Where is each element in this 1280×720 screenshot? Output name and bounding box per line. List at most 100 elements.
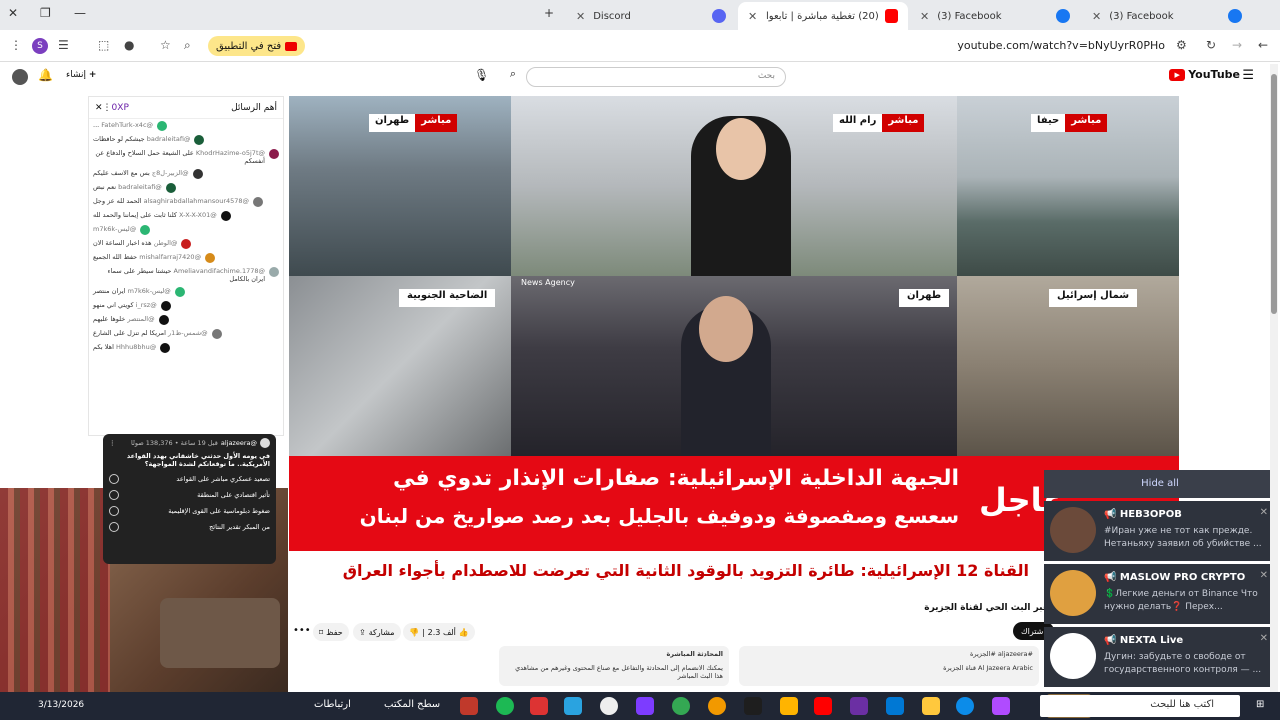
video-details: عبر البث الحي لقناة الجزيرة ••• ⌑ حفظ ⇪ مش… [289,598,1054,688]
app-icon[interactable] [530,697,548,715]
telegram-notification[interactable]: 📢 NEXTA Live Дугин: забудьте о свободе от… [1044,627,1276,687]
notifications-bell-icon[interactable]: 🔔 [38,68,53,82]
radio-button[interactable] [109,522,119,532]
outlook-icon[interactable] [886,697,904,715]
telegram-notification[interactable]: 📢 НЕВЗОРОВ #Иран уже не тот как прежде. Н… [1044,501,1276,561]
chat-text: خلوها عليهم [93,315,126,323]
radio-button[interactable] [109,490,119,500]
save-button[interactable]: ⌑ حفظ [313,623,349,641]
like-dislike-button[interactable]: 👎 | 2.3 ألف 👍 [403,623,475,641]
poll-option[interactable]: ضغوط دبلوماسية على القوى الإقليمية [109,506,270,516]
tab-youtube[interactable]: ✕ (20) تغطية مباشرة | تابعوا الت [738,2,908,30]
chat-author: @i_rsz [135,301,157,309]
forward-icon[interactable]: → [1232,38,1242,52]
chat-text: الحمد لله عز وجل [93,197,142,205]
tab-discord[interactable]: ✕ Discord [566,2,736,30]
windows-start-icon[interactable]: ⊞ [1256,699,1264,710]
close-window-icon[interactable]: ✕ [8,6,18,20]
channel-avatar [260,438,270,448]
create-button[interactable]: إنشاء + [66,70,96,80]
menu-dots-icon[interactable]: ⋮ [10,38,22,52]
notification-stack: Hide all 📢 НЕВЗОРОВ #Иран уже не тот как … [1044,470,1276,687]
app-icon[interactable] [460,697,478,715]
notification-text: #Иран уже не тот как прежде. Нетаньяху з… [1104,526,1262,549]
tab-facebook-1[interactable]: ✕ (3) Facebook [910,2,1080,30]
taskbar-search-input[interactable]: اكتب هنا للبحث [1040,695,1240,717]
app-icon[interactable] [636,697,654,715]
description-box[interactable]: #aljazeera #الجزيرة Al Jazeera Arabic قن… [739,646,1039,686]
app-icon[interactable] [744,697,762,715]
close-tab-icon[interactable]: ✕ [748,10,757,23]
app-icon[interactable] [708,697,726,715]
restore-window-icon[interactable]: ❐ [40,6,51,20]
chat-author: @KhodrHazime-o5j7t [195,149,265,157]
poll-menu-icon[interactable]: ⋮ [109,439,116,447]
chat-message: @i_rsz كويتي اني منهو [89,299,283,313]
chat-author: @FatehTurk-x4c [101,121,154,129]
chrome-icon[interactable] [672,697,690,715]
site-settings-icon[interactable]: ⚙ [1176,38,1187,52]
radio-button[interactable] [109,474,119,484]
reading-list-icon[interactable]: ☰ [58,38,69,52]
chatgpt-icon[interactable] [600,697,618,715]
hamburger-menu-icon[interactable]: ☰ [1242,68,1254,83]
chat-author: @X-X-X-X01 [179,211,217,219]
search-icon[interactable]: ⌕ [500,67,526,87]
bookmark-star-icon[interactable]: ☆ [160,38,171,52]
close-tab-icon[interactable]: ✕ [1092,10,1101,23]
share-button[interactable]: ⇪ مشاركة [353,623,401,641]
page-scrollbar[interactable] [1270,64,1278,692]
chat-text: جيشكم لو حافظات [93,135,145,143]
close-chat-icon[interactable]: ✕ [95,103,103,113]
tab-label: Discord [593,10,631,22]
chat-text: هذه اخبار الساعة الان [93,239,152,247]
chat-mode-select[interactable]: أهم الرسائل [231,103,277,113]
minimize-window-icon[interactable]: — [74,6,86,20]
avatar[interactable] [12,69,28,85]
spotify-icon[interactable] [496,697,514,715]
telegram-notification[interactable]: 📢 MASLOW PRO CRYPTO 💲Легкие деньги от Bin… [1044,564,1276,624]
close-notification-icon[interactable]: ✕ [1260,570,1268,581]
chat-menu-icon[interactable]: ⋮ [103,103,112,113]
youtube-logo[interactable]: ▶ YouTube [1169,68,1240,81]
poll-option[interactable]: من المبكر تقدير النتائج [109,522,270,532]
close-tab-icon[interactable]: ✕ [920,10,929,23]
new-tab-icon[interactable]: + [544,6,554,20]
chat-avatar [192,169,203,179]
app-icon[interactable] [850,697,868,715]
edge-icon[interactable] [956,697,974,715]
close-tab-icon[interactable]: ✕ [576,10,585,23]
radio-button[interactable] [109,506,119,516]
desktop-toolbar[interactable]: سطح المكتب [384,699,440,710]
chat-text: ... [93,121,100,129]
reload-icon[interactable]: ↻ [1206,38,1216,52]
poll-option[interactable]: تأثير اقتصادي على المنطقة [109,490,270,500]
hide-all-button[interactable]: Hide all [1044,470,1276,498]
telegram-icon[interactable] [564,697,582,715]
extensions-icon[interactable]: ⬚ [98,38,109,52]
extension-icon[interactable]: ● [124,38,134,52]
tab-facebook-2[interactable]: ✕ (3) Facebook [1082,2,1252,30]
back-icon[interactable]: ← [1258,38,1268,52]
open-in-app-button[interactable]: فتح في التطبيق [208,36,306,56]
zoom-icon[interactable]: ⌕ [184,38,191,53]
location-label-north-israel: شمال إسرائيل [1049,289,1138,307]
discord-icon [712,9,726,23]
youtube-icon[interactable] [814,697,832,715]
clock-date[interactable]: 3/13/2026 [38,700,84,710]
links-toolbar[interactable]: ارتباطات [314,699,351,710]
poll-option[interactable]: تصعيد عسكري مباشر على القواعد [109,474,270,484]
microphone-icon[interactable]: 🎙 [474,68,489,82]
close-notification-icon[interactable]: ✕ [1260,507,1268,518]
app-icon[interactable] [780,697,798,715]
file-explorer-icon[interactable] [922,697,940,715]
url-text[interactable]: youtube.com/watch?v=bNyUyrR0PHo [957,39,1165,52]
scrollbar-thumb[interactable] [1271,74,1277,314]
profile-avatar[interactable]: S [32,38,48,54]
app-icon[interactable] [992,697,1010,715]
more-actions-icon[interactable]: ••• [293,625,311,636]
ramallah-feed: رام الله مباشر [511,96,957,276]
like-icon: 👍 [458,627,469,637]
search-input[interactable]: بحث [526,67,786,87]
close-notification-icon[interactable]: ✕ [1260,633,1268,644]
